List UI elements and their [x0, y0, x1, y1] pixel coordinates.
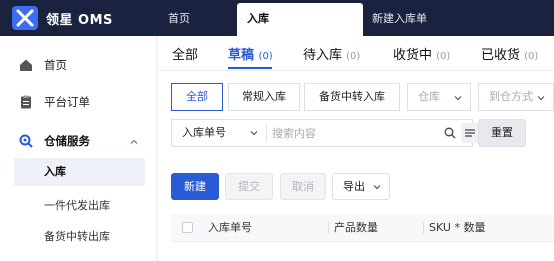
- filter-type-transfer-button[interactable]: 备货中转入库: [304, 83, 400, 111]
- status-tab-count: (0): [258, 51, 273, 62]
- sidebar-item-warehouse-services[interactable]: 仓储服务: [0, 126, 157, 156]
- top-bar: 领星 OMS 首页 入库 新建入库单: [0, 0, 554, 36]
- status-tab-received[interactable]: 已收货 (0): [481, 44, 538, 63]
- warehouse-select-placeholder: 仓库: [418, 90, 440, 103]
- main-panel: 全部 草稿 (0) 待入库 (0) 收货中 (0) 已收货 (0) 全部 常规入…: [158, 36, 554, 261]
- status-tab-receiving[interactable]: 收货中 (0): [393, 44, 450, 63]
- status-tab-label: 收货中: [393, 48, 433, 63]
- tab-home[interactable]: 首页: [168, 0, 190, 36]
- search-bar: 入库单号: [171, 119, 479, 147]
- column-header-order-no: 入库单号: [208, 221, 252, 234]
- search-icon[interactable]: [444, 127, 456, 139]
- menu-lines-icon: [465, 129, 475, 137]
- status-tab-all[interactable]: 全部: [172, 44, 198, 63]
- cancel-button[interactable]: 取消: [280, 173, 326, 200]
- column-header-sku-qty: SKU * 数量: [429, 221, 486, 234]
- active-tab-indicator: [228, 67, 272, 69]
- chevron-up-icon: [130, 139, 138, 144]
- sidebar-item-label: 首页: [44, 58, 67, 72]
- arrival-method-placeholder: 到仓方式: [489, 90, 533, 103]
- status-tab-label: 已收货: [481, 48, 521, 63]
- status-tab-label: 待入库: [303, 48, 343, 63]
- sidebar-subitem-dropship-outbound[interactable]: 一件代发出库: [14, 192, 145, 220]
- sidebar-subitem-inbound[interactable]: 入库: [14, 158, 145, 186]
- app-logo-icon: [12, 6, 38, 30]
- select-all-checkbox[interactable]: [182, 222, 193, 233]
- status-tab-label: 全部: [172, 48, 199, 63]
- filter-type-all-button[interactable]: 全部: [171, 83, 223, 111]
- status-tab-pending-inbound[interactable]: 待入库 (0): [303, 44, 360, 63]
- tab-inbound[interactable]: 入库: [237, 3, 363, 36]
- column-divider: [423, 222, 424, 234]
- tab-new-inbound-order[interactable]: 新建入库单: [372, 0, 427, 36]
- warehouse-icon: [19, 134, 33, 148]
- divider: [158, 70, 554, 71]
- status-tab-draft[interactable]: 草稿 (0): [228, 44, 273, 63]
- chevron-down-icon: [373, 185, 381, 190]
- search-field-select[interactable]: 入库单号: [182, 120, 226, 146]
- new-button[interactable]: 新建: [171, 173, 219, 200]
- warehouse-select[interactable]: 仓库: [407, 83, 471, 111]
- sidebar-item-label: 平台订单: [44, 95, 90, 109]
- status-tab-count: (0): [346, 51, 361, 62]
- divider: [266, 124, 267, 142]
- filter-lines-button[interactable]: [461, 123, 479, 143]
- reset-button[interactable]: 重置: [478, 119, 526, 147]
- home-icon: [20, 59, 32, 71]
- column-header-product-qty: 产品数量: [334, 221, 378, 234]
- chevron-down-icon: [537, 96, 545, 101]
- sidebar-item-label: 仓储服务: [44, 134, 90, 148]
- submit-button[interactable]: 提交: [225, 173, 273, 200]
- clipboard-icon: [21, 95, 31, 109]
- sidebar-item-home[interactable]: 首页: [0, 50, 157, 80]
- app-title: 领星 OMS: [46, 13, 113, 28]
- sidebar: 首页 平台订单 仓储服务 入库 一件代发出库 备货中转出库: [0, 36, 157, 261]
- sidebar-item-platform-orders[interactable]: 平台订单: [0, 87, 157, 117]
- status-tab-count: (0): [524, 51, 539, 62]
- status-tab-count: (0): [436, 51, 451, 62]
- search-input[interactable]: [272, 122, 432, 144]
- chevron-down-icon: [250, 131, 258, 136]
- arrival-method-select[interactable]: 到仓方式: [478, 83, 554, 111]
- chevron-down-icon: [454, 96, 462, 101]
- sidebar-subitem-transfer-outbound[interactable]: 备货中转出库: [14, 223, 145, 251]
- export-button[interactable]: 导出: [332, 173, 390, 200]
- filter-type-regular-button[interactable]: 常规入库: [228, 83, 300, 111]
- status-tab-label: 草稿: [228, 48, 255, 63]
- export-button-label: 导出: [343, 180, 365, 193]
- table-header: 入库单号 产品数量 SKU * 数量: [171, 214, 554, 242]
- column-divider: [328, 222, 329, 234]
